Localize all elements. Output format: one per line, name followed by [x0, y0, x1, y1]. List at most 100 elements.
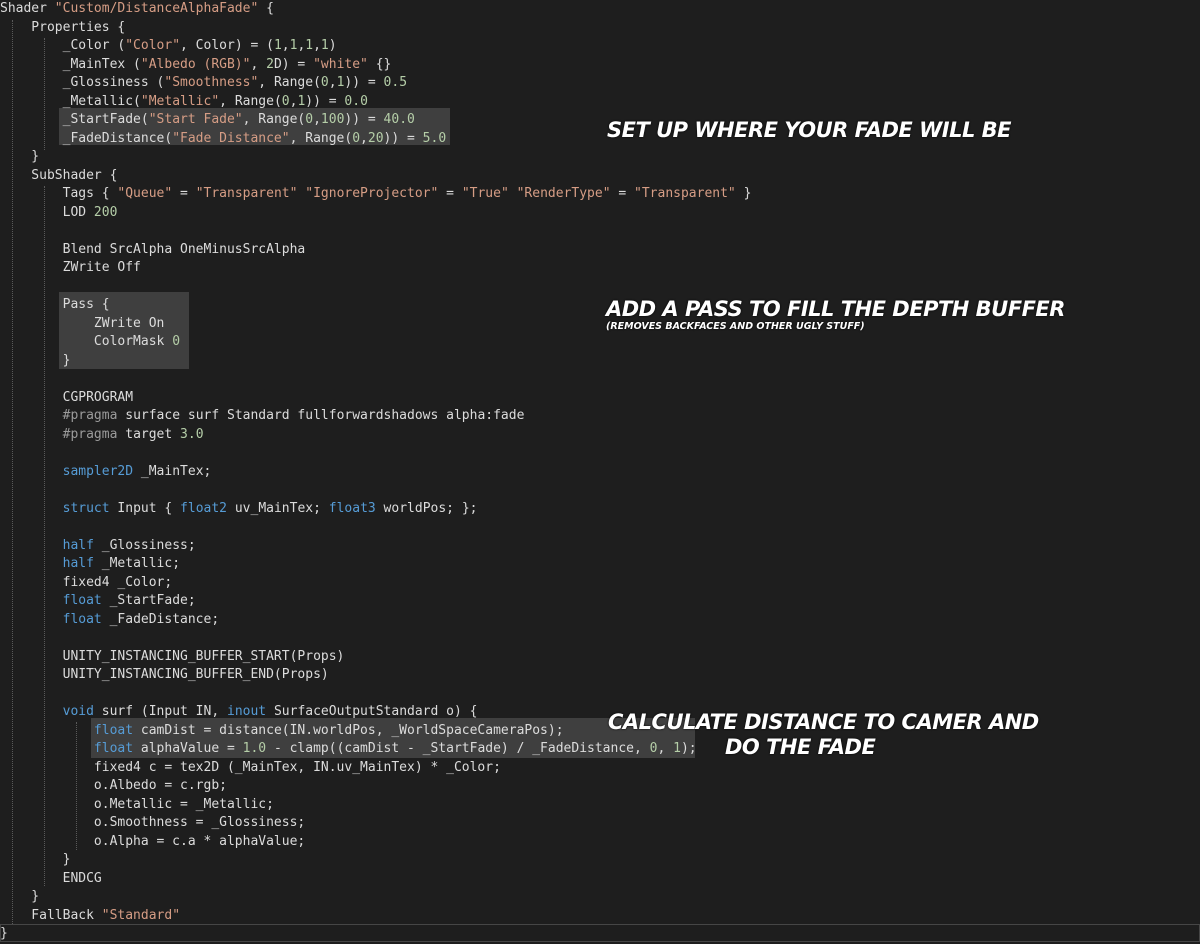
code-token: , — [657, 741, 674, 756]
code-token: , — [313, 112, 321, 127]
code-token: "IgnoreProjector" — [305, 186, 439, 201]
code-line: float _StartFade; — [0, 592, 196, 611]
code-token: } — [0, 889, 40, 904]
code-token: , — [281, 38, 290, 53]
code-token: _FadeDistance( — [0, 130, 173, 146]
code-token: float2 — [180, 500, 228, 516]
code-token: _Glossiness; — [93, 537, 196, 553]
code-line: _Metallic("Metallic", Range(0,1)) = 0.0 — [0, 93, 368, 112]
code-line: Pass { — [0, 296, 110, 315]
annotation-pass-title: ADD A PASS TO FILL THE DEPTH BUFFER — [606, 297, 1065, 321]
code-token: } — [735, 186, 752, 201]
code-token: , — [360, 130, 368, 146]
code-token: "Queue" — [117, 186, 173, 201]
code-line: } — [0, 888, 39, 907]
code-token: o.Alpha = c.a * alphaValue; — [0, 833, 306, 849]
code-line: } — [0, 851, 71, 870]
code-line: FallBack "Standard" — [0, 907, 180, 926]
code-line: half _Glossiness; — [0, 537, 196, 556]
code-editor[interactable]: Shader "Custom/DistanceAlphaFade" { Prop… — [0, 0, 1200, 944]
code-token: camDist = distance(IN.worldPos, _WorldSp… — [133, 722, 564, 738]
code-token: half — [62, 556, 94, 571]
code-line: #pragma surface surf Standard fullforwar… — [0, 407, 525, 426]
code-token: half — [62, 537, 94, 553]
code-token: 3.0 — [180, 426, 204, 442]
code-token: 0 — [305, 112, 314, 127]
code-line: fixed4 _Color; — [0, 574, 173, 593]
code-token: #pragma — [62, 426, 118, 442]
code-token: , — [328, 75, 337, 90]
code-token: Blend SrcAlpha OneMinusSrcAlpha — [0, 241, 306, 257]
code-token: fixed4 _Color; — [0, 574, 173, 590]
code-line: ENDCG — [0, 870, 102, 889]
code-token: )) = — [383, 130, 423, 146]
code-token: _MainTex; — [133, 463, 212, 479]
code-token: , Range( — [219, 93, 282, 109]
code-token: Tags { — [0, 186, 118, 201]
code-line: _FadeDistance("Fade Distance", Range(0,2… — [0, 130, 447, 149]
code-token: void — [62, 704, 94, 719]
code-line: float camDist = distance(IN.worldPos, _W… — [0, 722, 564, 741]
code-line: UNITY_INSTANCING_BUFFER_END(Props) — [0, 666, 329, 685]
code-token: CGPROGRAM — [0, 389, 134, 405]
code-token: 2 — [266, 56, 274, 72]
code-token: fixed4 c = tex2D (_MainTex, IN.uv_MainTe… — [0, 759, 501, 775]
code-token: inout — [227, 704, 267, 719]
code-token: alphaValue = — [133, 741, 243, 756]
code-token: surf (Input IN, — [93, 704, 227, 719]
code-line: LOD 200 — [0, 204, 118, 223]
code-token: Pass { — [0, 297, 110, 312]
code-token: SubShader { — [0, 167, 118, 183]
code-token: sampler2D — [62, 463, 134, 479]
annotation-calc-line2: DO THE FADE — [725, 735, 876, 759]
code-line: Shader "Custom/DistanceAlphaFade" { — [0, 0, 274, 19]
code-token: SurfaceOutputStandard o) { — [266, 704, 478, 719]
code-token: "Transparent" — [195, 186, 298, 201]
code-token: "RenderType" — [516, 186, 611, 201]
code-token: 1 — [320, 38, 329, 53]
code-line: o.Albedo = c.rgb; — [0, 777, 227, 796]
code-line: o.Smoothness = _Glossiness; — [0, 814, 305, 833]
code-token: 0.5 — [383, 75, 408, 90]
code-line: } — [0, 148, 39, 167]
code-token: )) = — [344, 75, 384, 90]
code-token: , — [250, 56, 267, 72]
code-line: Properties { — [0, 19, 125, 38]
code-token: Input { — [109, 500, 181, 516]
code-token: ) — [328, 38, 337, 53]
code-token: , Range( — [258, 75, 321, 90]
code-token: Properties { — [0, 19, 126, 35]
code-token: _FadeDistance; — [101, 611, 220, 627]
code-token: "Transparent" — [634, 186, 736, 201]
code-token: _Metallic( — [0, 93, 141, 109]
code-token: "Metallic" — [140, 93, 220, 109]
annotation-calc-line1: CALCULATE DISTANCE TO CAMER AND — [608, 710, 1039, 734]
code-token: surface surf Standard fullforwardshadows… — [117, 408, 525, 423]
code-token: "Smoothness" — [164, 75, 259, 90]
code-token: } — [0, 149, 40, 164]
code-token: FallBack — [0, 907, 102, 923]
code-token: "Start Fade" — [148, 112, 243, 127]
code-token: { — [258, 1, 274, 16]
code-token: LOD — [0, 204, 94, 220]
code-line: _StartFade("Start Fade", Range(0,100)) =… — [0, 111, 415, 130]
code-token: = — [438, 186, 462, 201]
code-token: 0 — [352, 130, 361, 146]
code-line: struct Input { float2 uv_MainTex; float3… — [0, 500, 478, 519]
code-line: _Glossiness ("Smoothness", Range(0,1)) =… — [0, 74, 407, 93]
code-token: 1.0 — [242, 741, 267, 756]
code-token: 40.0 — [383, 112, 415, 127]
code-token: Shader — [0, 1, 55, 16]
code-token: 200 — [93, 204, 118, 220]
code-token: {} — [367, 56, 392, 72]
code-token: float — [93, 741, 134, 756]
code-token: )) = — [305, 93, 345, 109]
code-token: 1 — [673, 741, 681, 756]
